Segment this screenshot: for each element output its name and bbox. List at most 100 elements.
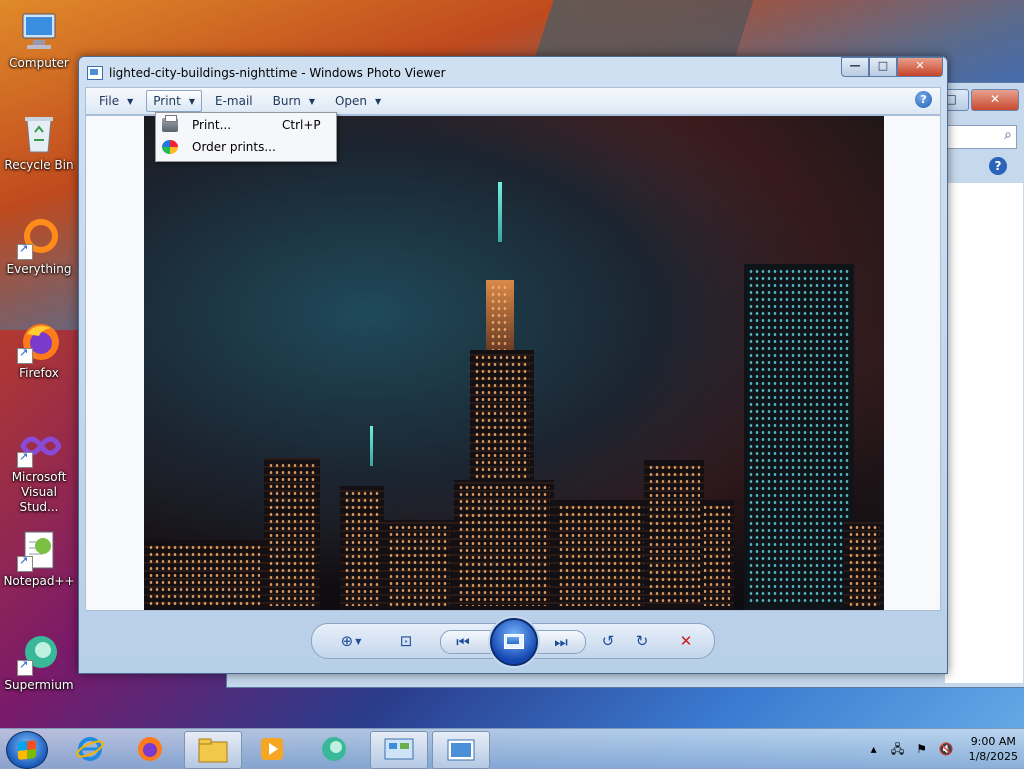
firefox-icon (138, 737, 162, 761)
next-button[interactable]: ⏭ (547, 631, 575, 653)
background-close-button[interactable]: ✕ (971, 89, 1019, 111)
help-button[interactable]: ? (915, 91, 932, 108)
left-building (340, 486, 384, 610)
menu-label: File (99, 94, 120, 108)
chevron-down-icon: ▼ (355, 636, 362, 646)
print-dropdown-menu: Print... Ctrl+P Order prints... (155, 112, 337, 162)
clock[interactable]: 9:00 AM 1/8/2025 (969, 734, 1018, 764)
zoom-icon: ⊕ (340, 632, 354, 650)
chevron-down-icon: ▼ (127, 96, 134, 106)
delete-button[interactable]: ✕ (674, 630, 698, 652)
taskbar-control-panel[interactable] (370, 731, 428, 769)
desktop-icon-firefox[interactable]: Firefox (0, 320, 78, 381)
mid-buildings (384, 520, 454, 610)
low-buildings (144, 540, 264, 610)
show-hidden-icons-icon[interactable]: ▴ (867, 742, 881, 756)
chevron-down-icon: ▼ (188, 96, 196, 106)
desktop-icon-visual-studio[interactable]: Microsoft Visual Stud... (0, 424, 78, 515)
shortcut-arrow-icon (17, 346, 33, 364)
file-explorer-icon (198, 738, 228, 763)
desktop-icon-supermium[interactable]: Supermium (0, 632, 78, 693)
right-tall-tower (744, 264, 854, 610)
desktop-icon-label: Supermium (4, 678, 74, 692)
action-center-flag-icon[interactable]: ⚑ (915, 742, 929, 756)
tower-spire (498, 182, 502, 242)
desktop-icon-everything[interactable]: Everything (0, 216, 78, 277)
background-help-button[interactable]: ? (989, 157, 1007, 175)
taskbar-internet-explorer[interactable] (62, 731, 118, 767)
shortcut-arrow-icon (17, 658, 33, 676)
menu-item-print[interactable]: Print... Ctrl+P (158, 114, 334, 136)
menu-label: Burn (272, 94, 301, 108)
previous-button[interactable]: ⏮ (449, 631, 477, 653)
order-prints-icon (162, 140, 178, 154)
search-icon: ⌕ (1004, 127, 1012, 143)
rotate-cw-icon: ↻ (635, 632, 649, 650)
desktop-icon-label: Computer (9, 56, 69, 70)
close-button[interactable]: ✕ (897, 57, 943, 77)
photo-viewer-app-icon (87, 66, 103, 80)
tower-base (454, 480, 554, 610)
supermium-icon (322, 737, 346, 761)
desktop-icon-computer[interactable]: Computer (0, 10, 78, 71)
minimize-button[interactable]: — (841, 57, 869, 77)
fit-window-icon: ⊡ (399, 632, 413, 650)
far-right-buildings (844, 520, 884, 610)
system-tray: ▴ 🖧 ⚑ 🔇 9:00 AM 1/8/2025 (867, 729, 1018, 769)
menu-burn[interactable]: Burn ▼ (266, 90, 322, 112)
desktop-icon-label: Recycle Bin (4, 158, 74, 172)
menu-item-label: Print... (192, 118, 232, 132)
recycle-bin-icon (17, 112, 61, 156)
menu-open[interactable]: Open ▼ (328, 90, 388, 112)
photo-city-skyline (144, 116, 884, 610)
desktop-icon-label: Notepad++ (3, 574, 75, 588)
taskbar-supermium[interactable] (306, 731, 362, 767)
shortcut-arrow-icon (17, 242, 33, 260)
windows-logo-icon (18, 740, 36, 760)
rotate-clockwise-button[interactable]: ↻ (630, 630, 654, 652)
previous-icon: ⏮ (456, 633, 470, 651)
menu-item-order-prints[interactable]: Order prints... (158, 136, 334, 158)
clock-date: 1/8/2025 (968, 750, 1018, 763)
delete-icon: ✕ (679, 632, 693, 650)
taskbar-file-explorer[interactable] (184, 731, 242, 769)
volume-muted-icon[interactable]: 🔇 (939, 742, 954, 756)
media-player-icon (261, 738, 283, 760)
title-bar: lighted-city-buildings-nighttime - Windo… (87, 63, 446, 83)
menu-item-label: Order prints... (192, 140, 276, 154)
taskbar-media-player[interactable] (244, 731, 300, 767)
computer-icon (17, 10, 61, 54)
shortcut-arrow-icon (17, 450, 33, 468)
chevron-down-icon: ▼ (308, 96, 315, 106)
menu-email[interactable]: E-mail (208, 90, 260, 112)
slideshow-icon (504, 634, 524, 649)
zoom-button[interactable]: ⊕ ▼ (336, 630, 366, 652)
notepadpp-icon (17, 528, 61, 572)
start-button[interactable] (6, 731, 48, 769)
desktop-icon-recycle-bin[interactable]: Recycle Bin (0, 112, 78, 173)
control-panel-icon (384, 738, 414, 760)
rotate-counterclockwise-button[interactable]: ↺ (596, 630, 620, 652)
actual-size-button[interactable]: ⊡ (394, 630, 418, 652)
printer-icon (162, 115, 178, 132)
network-icon[interactable]: 🖧 (891, 742, 905, 756)
slideshow-button[interactable] (490, 618, 538, 666)
small-spire (370, 426, 373, 466)
taskbar-firefox[interactable] (122, 731, 178, 767)
rotate-ccw-icon: ↺ (601, 632, 615, 650)
taskbar: ▴ 🖧 ⚑ 🔇 9:00 AM 1/8/2025 (0, 728, 1024, 769)
taskbar-photo-viewer[interactable] (432, 731, 490, 769)
background-content-pane (945, 183, 1023, 683)
desktop-icon-notepadpp[interactable]: Notepad++ (0, 528, 78, 589)
image-canvas[interactable] (85, 115, 941, 611)
supermium-icon (17, 632, 61, 676)
left-building (264, 458, 320, 610)
desktop-icon-label: Everything (6, 262, 72, 276)
menu-label: Open (334, 94, 368, 108)
menu-print[interactable]: Print ▼ (146, 90, 203, 112)
chevron-down-icon: ▼ (375, 96, 382, 106)
maximize-button[interactable]: □ (869, 57, 897, 77)
firefox-icon (17, 320, 61, 364)
menu-label: Print (153, 94, 181, 108)
menu-file[interactable]: File ▼ (92, 90, 140, 112)
